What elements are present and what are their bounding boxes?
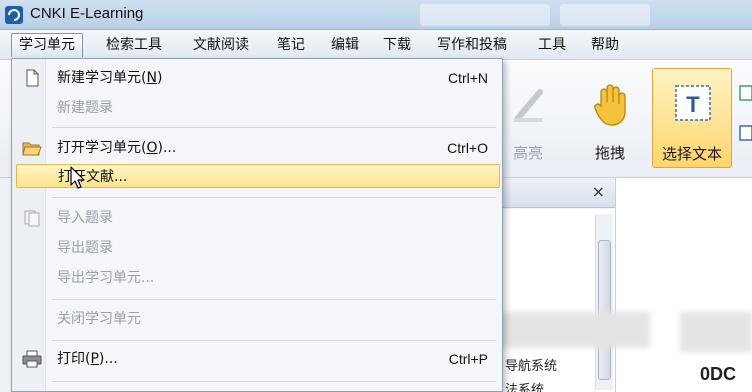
learning-unit-dropdown-menu: 新建学习单元(N) Ctrl+N 新建题录 打开学习单元(O)... Ctrl+… xyxy=(11,58,503,392)
menu-bar: 学习单元 检索工具 文献阅读 笔记 编辑 下载 写作和投稿 工具 帮助 xyxy=(0,30,752,60)
menu-reading[interactable]: 文献阅读 xyxy=(186,33,256,57)
menu-download[interactable]: 下载 xyxy=(376,33,418,57)
menu-separator xyxy=(52,299,496,300)
document-view: 0DC xyxy=(616,178,752,392)
menu-separator xyxy=(52,381,496,382)
menu-item-new-record[interactable]: 新建题录 xyxy=(16,96,500,120)
svg-text:T: T xyxy=(686,92,700,117)
menu-writing[interactable]: 写作和投稿 xyxy=(430,33,514,57)
blurred-region xyxy=(560,4,650,26)
menu-item-open-unit[interactable]: 打开学习单元(O)... Ctrl+O xyxy=(16,136,500,160)
blurred-region xyxy=(680,312,752,352)
menu-separator xyxy=(52,340,496,341)
mouse-cursor-icon xyxy=(70,166,85,189)
panel-text-line: 导航系统 xyxy=(505,359,558,374)
panel-scrollbar[interactable] xyxy=(595,214,613,390)
export-records-label: 导出题录 xyxy=(57,240,113,256)
print-label: 打印(P)... xyxy=(57,351,118,367)
drag-label: 拖拽 xyxy=(594,144,625,162)
window-title: CNKI E-Learning xyxy=(30,5,144,22)
new-document-icon xyxy=(26,69,39,87)
open-folder-icon xyxy=(22,142,42,156)
printer-icon xyxy=(22,350,42,368)
hand-icon xyxy=(594,84,626,126)
new-unit-label: 新建学习单元(N) xyxy=(57,70,163,86)
menu-separator xyxy=(52,127,496,128)
menu-edit[interactable]: 编辑 xyxy=(324,33,366,57)
text-select-icon: T xyxy=(675,85,711,121)
export-unit-label: 导出学习单元... xyxy=(57,270,155,286)
menu-separator xyxy=(52,197,496,198)
title-bar: CNKI E-Learning xyxy=(0,0,752,30)
menu-item-export-unit[interactable]: 导出学习单元... xyxy=(16,266,500,290)
blurred-region xyxy=(420,4,550,26)
open-unit-shortcut: Ctrl+O xyxy=(447,140,488,156)
menu-item-close-unit[interactable]: 关闭学习单元 xyxy=(16,307,500,331)
menu-item-export-records[interactable]: 导出题录 xyxy=(16,236,500,260)
document-text-fragment: 0DC xyxy=(700,364,737,384)
select-text-label: 选择文本 xyxy=(661,145,722,163)
print-shortcut: Ctrl+P xyxy=(448,351,488,367)
highlighter-icon xyxy=(514,89,543,122)
scrollbar-thumb[interactable] xyxy=(598,240,611,380)
import-records-label: 导入题录 xyxy=(57,210,113,226)
open-document-label: 打开文献... xyxy=(58,169,128,185)
app-logo-icon xyxy=(5,6,23,24)
new-record-label: 新建题录 xyxy=(57,100,113,116)
menu-search-tools[interactable]: 检索工具 xyxy=(99,33,169,57)
menu-learning-unit[interactable]: 学习单元 xyxy=(11,33,83,57)
menu-item-import-records[interactable]: 导入题录 xyxy=(16,206,500,230)
new-unit-shortcut: Ctrl+N xyxy=(447,70,488,86)
menu-notes[interactable]: 笔记 xyxy=(270,33,312,57)
menu-tools[interactable]: 工具 xyxy=(531,33,573,57)
panel-close-icon[interactable]: × xyxy=(592,182,605,201)
drag-tool-button[interactable]: 拖拽 xyxy=(570,68,650,168)
import-icon xyxy=(24,210,40,227)
menu-item-print[interactable]: 打印(P)... Ctrl+P xyxy=(16,347,500,371)
close-unit-label: 关闭学习单元 xyxy=(57,311,141,327)
panel-text-line: 法系统 xyxy=(505,383,545,392)
partial-tool-icon xyxy=(739,85,752,141)
menu-item-open-document[interactable]: 打开文献... xyxy=(16,164,500,188)
blurred-region xyxy=(500,312,650,348)
select-text-tool-button[interactable]: T 选择文本 xyxy=(652,68,732,168)
menu-item-new-unit[interactable]: 新建学习单元(N) Ctrl+N xyxy=(16,66,500,90)
menu-help[interactable]: 帮助 xyxy=(584,33,626,57)
open-unit-label: 打开学习单元(O)... xyxy=(57,140,177,156)
